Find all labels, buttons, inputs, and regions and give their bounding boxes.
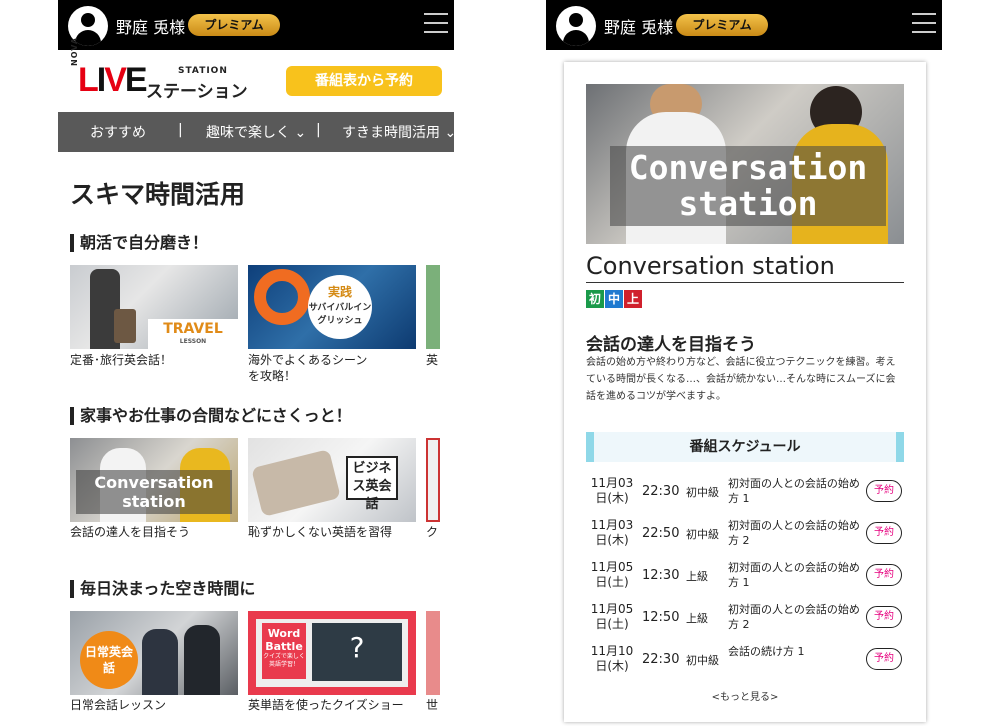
schedule-time: 12:50 bbox=[642, 610, 680, 625]
schedule-level: 初中級 bbox=[686, 654, 719, 667]
schedule-level: 初中級 bbox=[686, 486, 719, 499]
level-badge-advanced: 上 bbox=[624, 290, 642, 308]
program-title: Conversation station bbox=[586, 252, 904, 283]
page-title: スキマ時間活用 bbox=[70, 180, 246, 209]
nav-separator: | bbox=[178, 122, 183, 138]
survival-english-thumbnail[interactable]: 実践サバイバルイングリッシュ bbox=[248, 265, 416, 349]
word-battle-thumbnail[interactable]: Word Battle クイズで楽しく英語学習！ ? bbox=[248, 611, 416, 695]
card-caption[interactable]: 海外でよくあるシーンを攻略！ bbox=[248, 352, 378, 384]
schedule-title: 初対面の人との会話の始め方 1 bbox=[728, 477, 860, 505]
question-icon: ? bbox=[312, 623, 402, 681]
business-english-thumbnail[interactable]: ビジネス英会話 bbox=[248, 438, 416, 522]
section-heading: 家事やお仕事の合間などにさくっと！ bbox=[70, 407, 352, 425]
program-description: 会話の始め方や終わり方など、会話に役立つテクニックを練習。考えている時間が長くな… bbox=[586, 357, 896, 402]
logo-station-jp: ステーション bbox=[146, 82, 248, 102]
thumb-label: Word Battle bbox=[265, 627, 303, 653]
schedule-title: 会話の続け方 1 bbox=[728, 645, 805, 658]
thumb-sublabel: LESSON bbox=[179, 338, 207, 345]
thumb-label: 日常英会話 bbox=[80, 631, 138, 689]
thumb-label: TRAVEL bbox=[163, 321, 223, 337]
schedule-time: 22:30 bbox=[642, 652, 680, 667]
see-more-link[interactable]: <もっと見る> bbox=[586, 688, 904, 703]
nav-separator: | bbox=[316, 122, 321, 138]
logo-station-small: STATION bbox=[178, 66, 228, 76]
section-heading: 朝活で自分磨き！ bbox=[70, 234, 208, 252]
level-badge-beginner: 初 bbox=[586, 290, 604, 308]
reserve-button[interactable]: 予約 bbox=[866, 522, 902, 544]
card-caption[interactable]: 恥ずかしくない英語を習得 bbox=[248, 524, 418, 540]
thumb-sublabel: クイズで楽しく英語学習！ bbox=[263, 653, 305, 668]
card-caption[interactable]: ク bbox=[426, 524, 446, 540]
partial-thumbnail[interactable] bbox=[426, 438, 440, 522]
schedule-row: 11月03日(木) 22:30 初中級 初対面の人との会話の始め方 1 予約 bbox=[586, 474, 904, 512]
schedule-date: 11月05日(土) bbox=[590, 602, 634, 631]
top-bar: 野庭 兎様 プレミアム bbox=[546, 0, 942, 50]
schedule-level: 上級 bbox=[686, 612, 708, 625]
left-screen: 野庭 兎様 プレミアム NOVA LIVE STATION ステーション 番組表… bbox=[58, 0, 454, 726]
schedule-row: 11月03日(木) 22:50 初中級 初対面の人との会話の始め方 2 予約 bbox=[586, 516, 904, 554]
level-badge-intermediate: 中 bbox=[605, 290, 623, 308]
travel-lesson-thumbnail[interactable]: TRAVEL LESSON bbox=[70, 265, 238, 349]
thumb-label: Conversation station bbox=[76, 470, 232, 514]
hamburger-menu-icon[interactable] bbox=[424, 13, 448, 35]
hamburger-menu-icon[interactable] bbox=[912, 13, 936, 35]
avatar-icon[interactable] bbox=[556, 6, 596, 46]
thumb-label: ビジネス英会話 bbox=[346, 456, 398, 512]
program-subheading: 会話の達人を目指そう bbox=[586, 335, 756, 355]
schedule-time: 12:30 bbox=[642, 568, 680, 583]
schedule-date: 11月05日(土) bbox=[590, 560, 634, 589]
card-caption[interactable]: 会話の達人を目指そう bbox=[70, 524, 240, 540]
card-caption[interactable]: 定番･旅行英会話！ bbox=[70, 352, 240, 368]
user-name: 野庭 兎様 bbox=[116, 18, 186, 37]
partial-thumbnail[interactable] bbox=[426, 611, 440, 695]
user-name: 野庭 兎様 bbox=[604, 18, 674, 37]
schedule-time: 22:50 bbox=[642, 526, 680, 541]
schedule-heading: 番組スケジュール bbox=[586, 432, 904, 462]
badge-top: 実践 bbox=[327, 285, 352, 299]
card-caption[interactable]: 世 bbox=[426, 697, 446, 713]
nav-item-hobby[interactable]: 趣味で楽しく ⌄ bbox=[206, 122, 306, 142]
card-caption[interactable]: 日常会話レッスン bbox=[70, 697, 240, 713]
premium-badge: プレミアム bbox=[188, 14, 280, 36]
nav-item-spare-time[interactable]: すきま時間活用 ⌄ bbox=[342, 122, 454, 142]
schedule-level: 初中級 bbox=[686, 528, 719, 541]
schedule-date: 11月10日(木) bbox=[590, 644, 634, 673]
schedule-row: 11月10日(木) 22:30 初中級 会話の続け方 1 予約 bbox=[586, 642, 904, 680]
premium-badge: プレミアム bbox=[676, 14, 768, 36]
reserve-button[interactable]: 予約 bbox=[866, 480, 902, 502]
schedule-date: 11月03日(木) bbox=[590, 518, 634, 547]
section-heading: 毎日決まった空き時間に bbox=[70, 580, 255, 598]
logo-live-text[interactable]: LIVE bbox=[78, 61, 148, 100]
schedule-reserve-button[interactable]: 番組表から予約 bbox=[286, 66, 442, 96]
schedule-title: 初対面の人との会話の始め方 2 bbox=[728, 519, 860, 547]
category-nav: おすすめ | 趣味で楽しく ⌄ | すきま時間活用 ⌄ bbox=[58, 112, 454, 152]
top-bar: 野庭 兎様 プレミアム bbox=[58, 0, 454, 50]
schedule-level: 上級 bbox=[686, 570, 708, 583]
hero-label: Conversation station bbox=[610, 146, 886, 226]
card-caption[interactable]: 英 bbox=[426, 352, 446, 368]
schedule-title: 初対面の人との会話の始め方 2 bbox=[728, 603, 860, 631]
daily-conversation-thumbnail[interactable]: 日常英会話 bbox=[70, 611, 238, 695]
program-detail-card: Conversation station Conversation statio… bbox=[564, 62, 926, 722]
schedule-row: 11月05日(土) 12:50 上級 初対面の人との会話の始め方 2 予約 bbox=[586, 600, 904, 638]
card-caption[interactable]: 英単語を使ったクイズショー bbox=[248, 697, 418, 713]
program-hero-image: Conversation station bbox=[586, 84, 904, 244]
right-screen: 野庭 兎様 プレミアム Conversation station Convers… bbox=[546, 0, 942, 726]
conversation-station-thumbnail[interactable]: Conversation station bbox=[70, 438, 238, 522]
schedule-time: 22:30 bbox=[642, 484, 680, 499]
nav-item-recommended[interactable]: おすすめ bbox=[90, 122, 146, 142]
schedule-date: 11月03日(木) bbox=[590, 476, 634, 505]
partial-thumbnail[interactable] bbox=[426, 265, 440, 349]
schedule-row: 11月05日(土) 12:30 上級 初対面の人との会話の始め方 1 予約 bbox=[586, 558, 904, 596]
reserve-button[interactable]: 予約 bbox=[866, 648, 902, 670]
reserve-button[interactable]: 予約 bbox=[866, 564, 902, 586]
reserve-button[interactable]: 予約 bbox=[866, 606, 902, 628]
schedule-title: 初対面の人との会話の始め方 1 bbox=[728, 561, 860, 589]
badge-text: サバイバルイングリッシュ bbox=[308, 303, 372, 326]
